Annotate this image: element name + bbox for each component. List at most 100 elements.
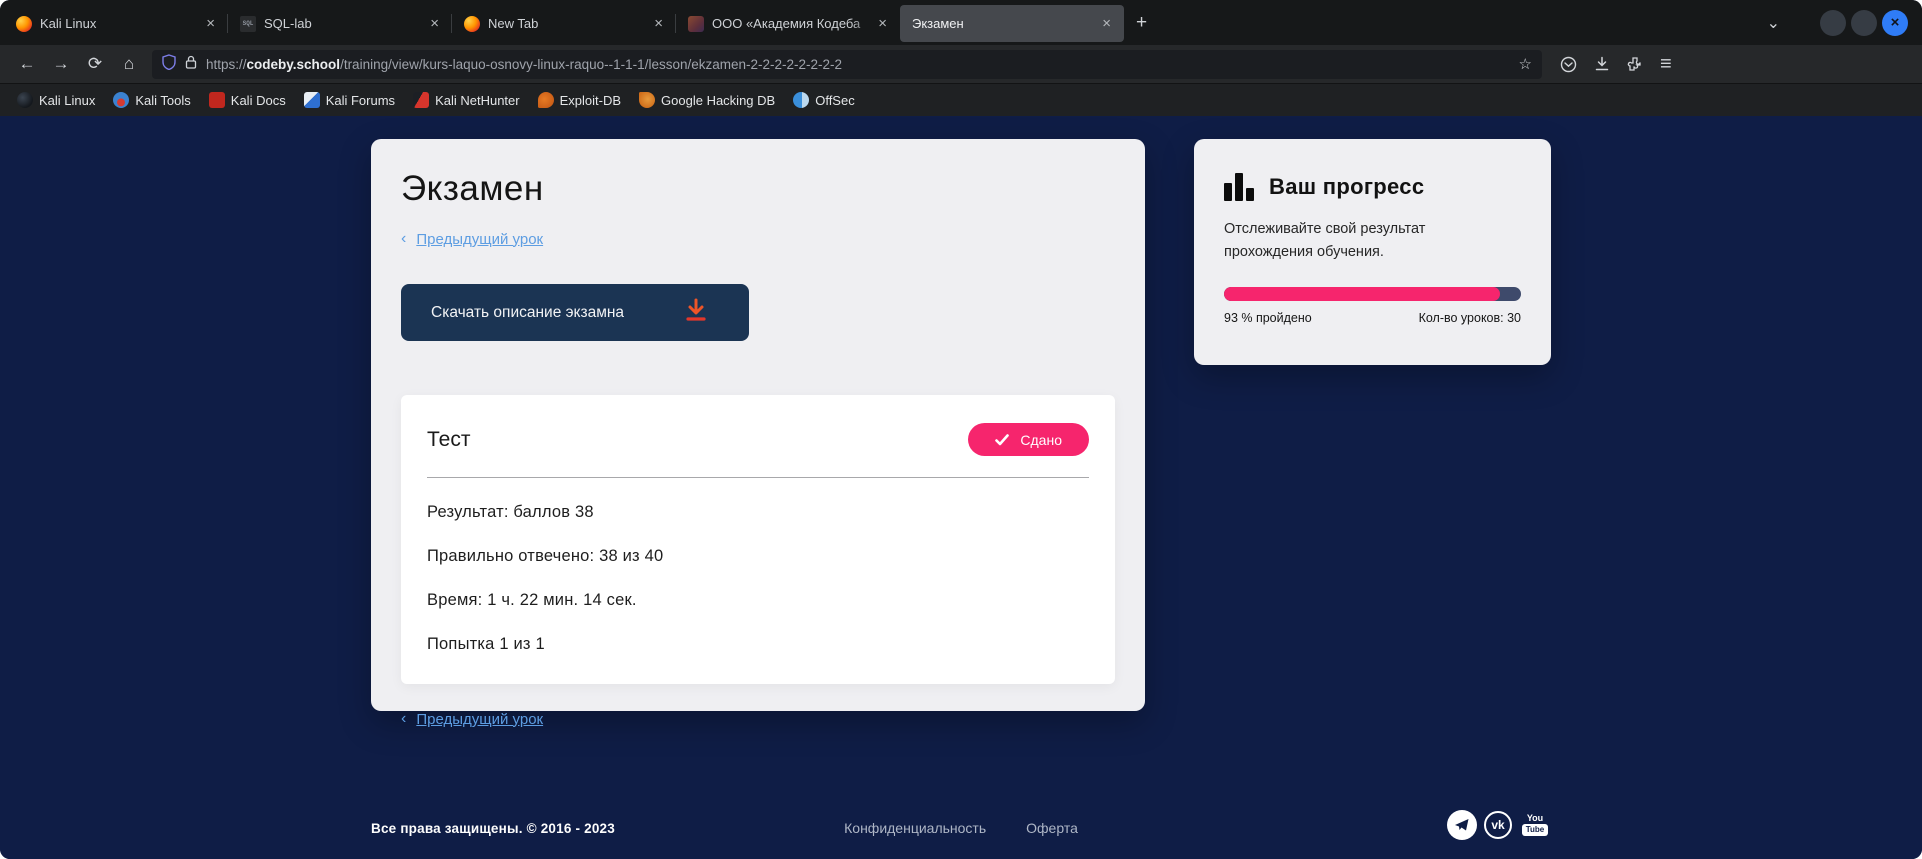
progress-bar-track <box>1224 287 1521 301</box>
youtube-icon[interactable]: You Tube <box>1519 810 1551 840</box>
pocket-icon[interactable] <box>1560 56 1577 73</box>
progress-fill <box>1224 287 1500 301</box>
tab-academy[interactable]: ООО «Академия Кодеба <box>676 5 900 42</box>
kali-linux-icon <box>17 92 33 108</box>
exploit-db-icon <box>538 92 554 108</box>
google-hacking-db-icon <box>639 92 655 108</box>
tab-title: SQL-lab <box>264 16 427 31</box>
bookmark-label: Kali Docs <box>231 93 286 108</box>
progress-card: Ваш прогресс Отслеживайте свой результат… <box>1194 139 1551 365</box>
window-controls <box>1820 10 1908 36</box>
telegram-icon[interactable] <box>1447 810 1477 840</box>
firefox-favicon-icon <box>464 16 480 32</box>
chevron-left-icon <box>401 230 406 248</box>
kali-nethunter-icon <box>413 92 429 108</box>
kali-docs-icon <box>209 92 225 108</box>
maximize-button[interactable] <box>1851 10 1877 36</box>
social-icons: vk You Tube <box>1447 810 1551 840</box>
bookmark-label: Kali Forums <box>326 93 395 108</box>
progress-labels: 93 % пройдено Кол-во уроков: 30 <box>1224 311 1521 325</box>
tracking-protection-shield-icon[interactable] <box>162 54 176 75</box>
tab-sql-lab[interactable]: SQL SQL-lab <box>228 5 452 42</box>
youtube-tube-text: Tube <box>1522 824 1549 837</box>
progress-title: Ваш прогресс <box>1269 174 1424 200</box>
tab-close-icon[interactable] <box>1099 16 1114 31</box>
tab-ekzamen-active[interactable]: Экзамен <box>900 5 1124 42</box>
bookmark-label: Kali Linux <box>39 93 95 108</box>
tab-kali-linux[interactable]: Kali Linux <box>4 5 228 42</box>
exam-card: Экзамен Предыдущий урок Скачать описание… <box>371 139 1145 711</box>
vk-icon[interactable]: vk <box>1484 811 1512 839</box>
tab-close-icon[interactable] <box>651 16 666 31</box>
browser-window: Kali Linux SQL SQL-lab New Tab ООО «Акад… <box>0 0 1922 859</box>
tab-new-tab[interactable]: New Tab <box>452 5 676 42</box>
bookmark-label: OffSec <box>815 93 855 108</box>
bookmark-google-hacking-db[interactable]: Google Hacking DB <box>632 89 782 111</box>
test-header: Тест Сдано <box>427 423 1089 456</box>
previous-lesson-link-top[interactable]: Предыдущий урок <box>401 230 1115 248</box>
bookmark-label: Kali Tools <box>135 93 190 108</box>
bookmark-label: Google Hacking DB <box>661 93 775 108</box>
passed-status-badge: Сдано <box>968 423 1089 456</box>
url-text: https://codeby.school/training/view/kurs… <box>206 57 1519 72</box>
youtube-you-text: You <box>1527 814 1543 823</box>
tab-close-icon[interactable] <box>875 16 890 31</box>
list-all-tabs-icon[interactable] <box>1767 13 1780 33</box>
toolbar-icons <box>1560 54 1672 74</box>
tab-close-icon[interactable] <box>203 16 218 31</box>
tab-title: Экзамен <box>912 16 1099 31</box>
bookmark-exploit-db[interactable]: Exploit-DB <box>531 89 628 111</box>
offsec-icon <box>793 92 809 108</box>
tab-title: ООО «Академия Кодеба <box>712 16 875 31</box>
home-button[interactable] <box>112 54 146 74</box>
chevron-left-icon <box>401 710 406 728</box>
offer-link[interactable]: Оферта <box>1026 820 1078 836</box>
lock-icon[interactable] <box>185 55 197 74</box>
tab-close-icon[interactable] <box>427 16 442 31</box>
bookmarks-bar: Kali Linux Kali Tools Kali Docs Kali For… <box>0 84 1922 116</box>
previous-lesson-label: Предыдущий урок <box>416 711 543 728</box>
bookmark-label: Kali NetHunter <box>435 93 520 108</box>
badge-label: Сдано <box>1020 432 1062 448</box>
bookmark-star-icon[interactable] <box>1519 55 1532 73</box>
minimize-button[interactable] <box>1820 10 1846 36</box>
bookmark-kali-forums[interactable]: Kali Forums <box>297 89 402 111</box>
percent-complete-label: 93 % пройдено <box>1224 311 1312 325</box>
bookmark-label: Exploit-DB <box>560 93 621 108</box>
check-icon <box>995 434 1009 446</box>
tab-title: Kali Linux <box>40 16 203 31</box>
back-button[interactable] <box>10 54 44 74</box>
progress-description: Отслеживайте свой результат прохождения … <box>1224 218 1474 264</box>
forward-button[interactable] <box>44 54 78 74</box>
close-window-button[interactable] <box>1882 10 1908 36</box>
previous-lesson-link-bottom[interactable]: Предыдущий урок <box>401 710 1115 728</box>
hamburger-menu-icon[interactable] <box>1660 54 1672 74</box>
url-bar[interactable]: https://codeby.school/training/view/kurs… <box>152 50 1542 79</box>
divider <box>427 477 1089 478</box>
bookmark-kali-nethunter[interactable]: Kali NetHunter <box>406 89 527 111</box>
page-content: Экзамен Предыдущий урок Скачать описание… <box>0 116 1922 859</box>
bookmark-kali-linux[interactable]: Kali Linux <box>10 89 102 111</box>
bookmark-kali-tools[interactable]: Kali Tools <box>106 89 197 111</box>
bar-chart-icon <box>1224 173 1254 201</box>
bookmark-kali-docs[interactable]: Kali Docs <box>202 89 293 111</box>
bookmark-offsec[interactable]: OffSec <box>786 89 862 111</box>
new-tab-button[interactable] <box>1124 8 1159 38</box>
footer-links: Конфиденциальность Оферта <box>0 820 1922 836</box>
test-result-card: Тест Сдано Результат: баллов 38 Правильн… <box>401 395 1115 684</box>
navigation-toolbar: https://codeby.school/training/view/kurs… <box>0 45 1922 84</box>
downloads-icon[interactable] <box>1594 56 1610 72</box>
tab-title: New Tab <box>488 16 651 31</box>
progress-header: Ваш прогресс <box>1224 173 1521 201</box>
sql-favicon-icon: SQL <box>240 16 256 32</box>
result-attempt: Попытка 1 из 1 <box>427 635 1089 654</box>
reload-button[interactable] <box>78 54 112 74</box>
download-exam-description-button[interactable]: Скачать описание экзамна <box>401 284 749 341</box>
page-title: Экзамен <box>401 169 1115 209</box>
result-score: Результат: баллов 38 <box>427 503 1089 522</box>
extensions-puzzle-icon[interactable] <box>1627 56 1643 72</box>
result-time: Время: 1 ч. 22 мин. 14 сек. <box>427 591 1089 610</box>
kali-tools-icon <box>113 92 129 108</box>
firefox-favicon-icon <box>16 16 32 32</box>
privacy-link[interactable]: Конфиденциальность <box>844 820 986 836</box>
